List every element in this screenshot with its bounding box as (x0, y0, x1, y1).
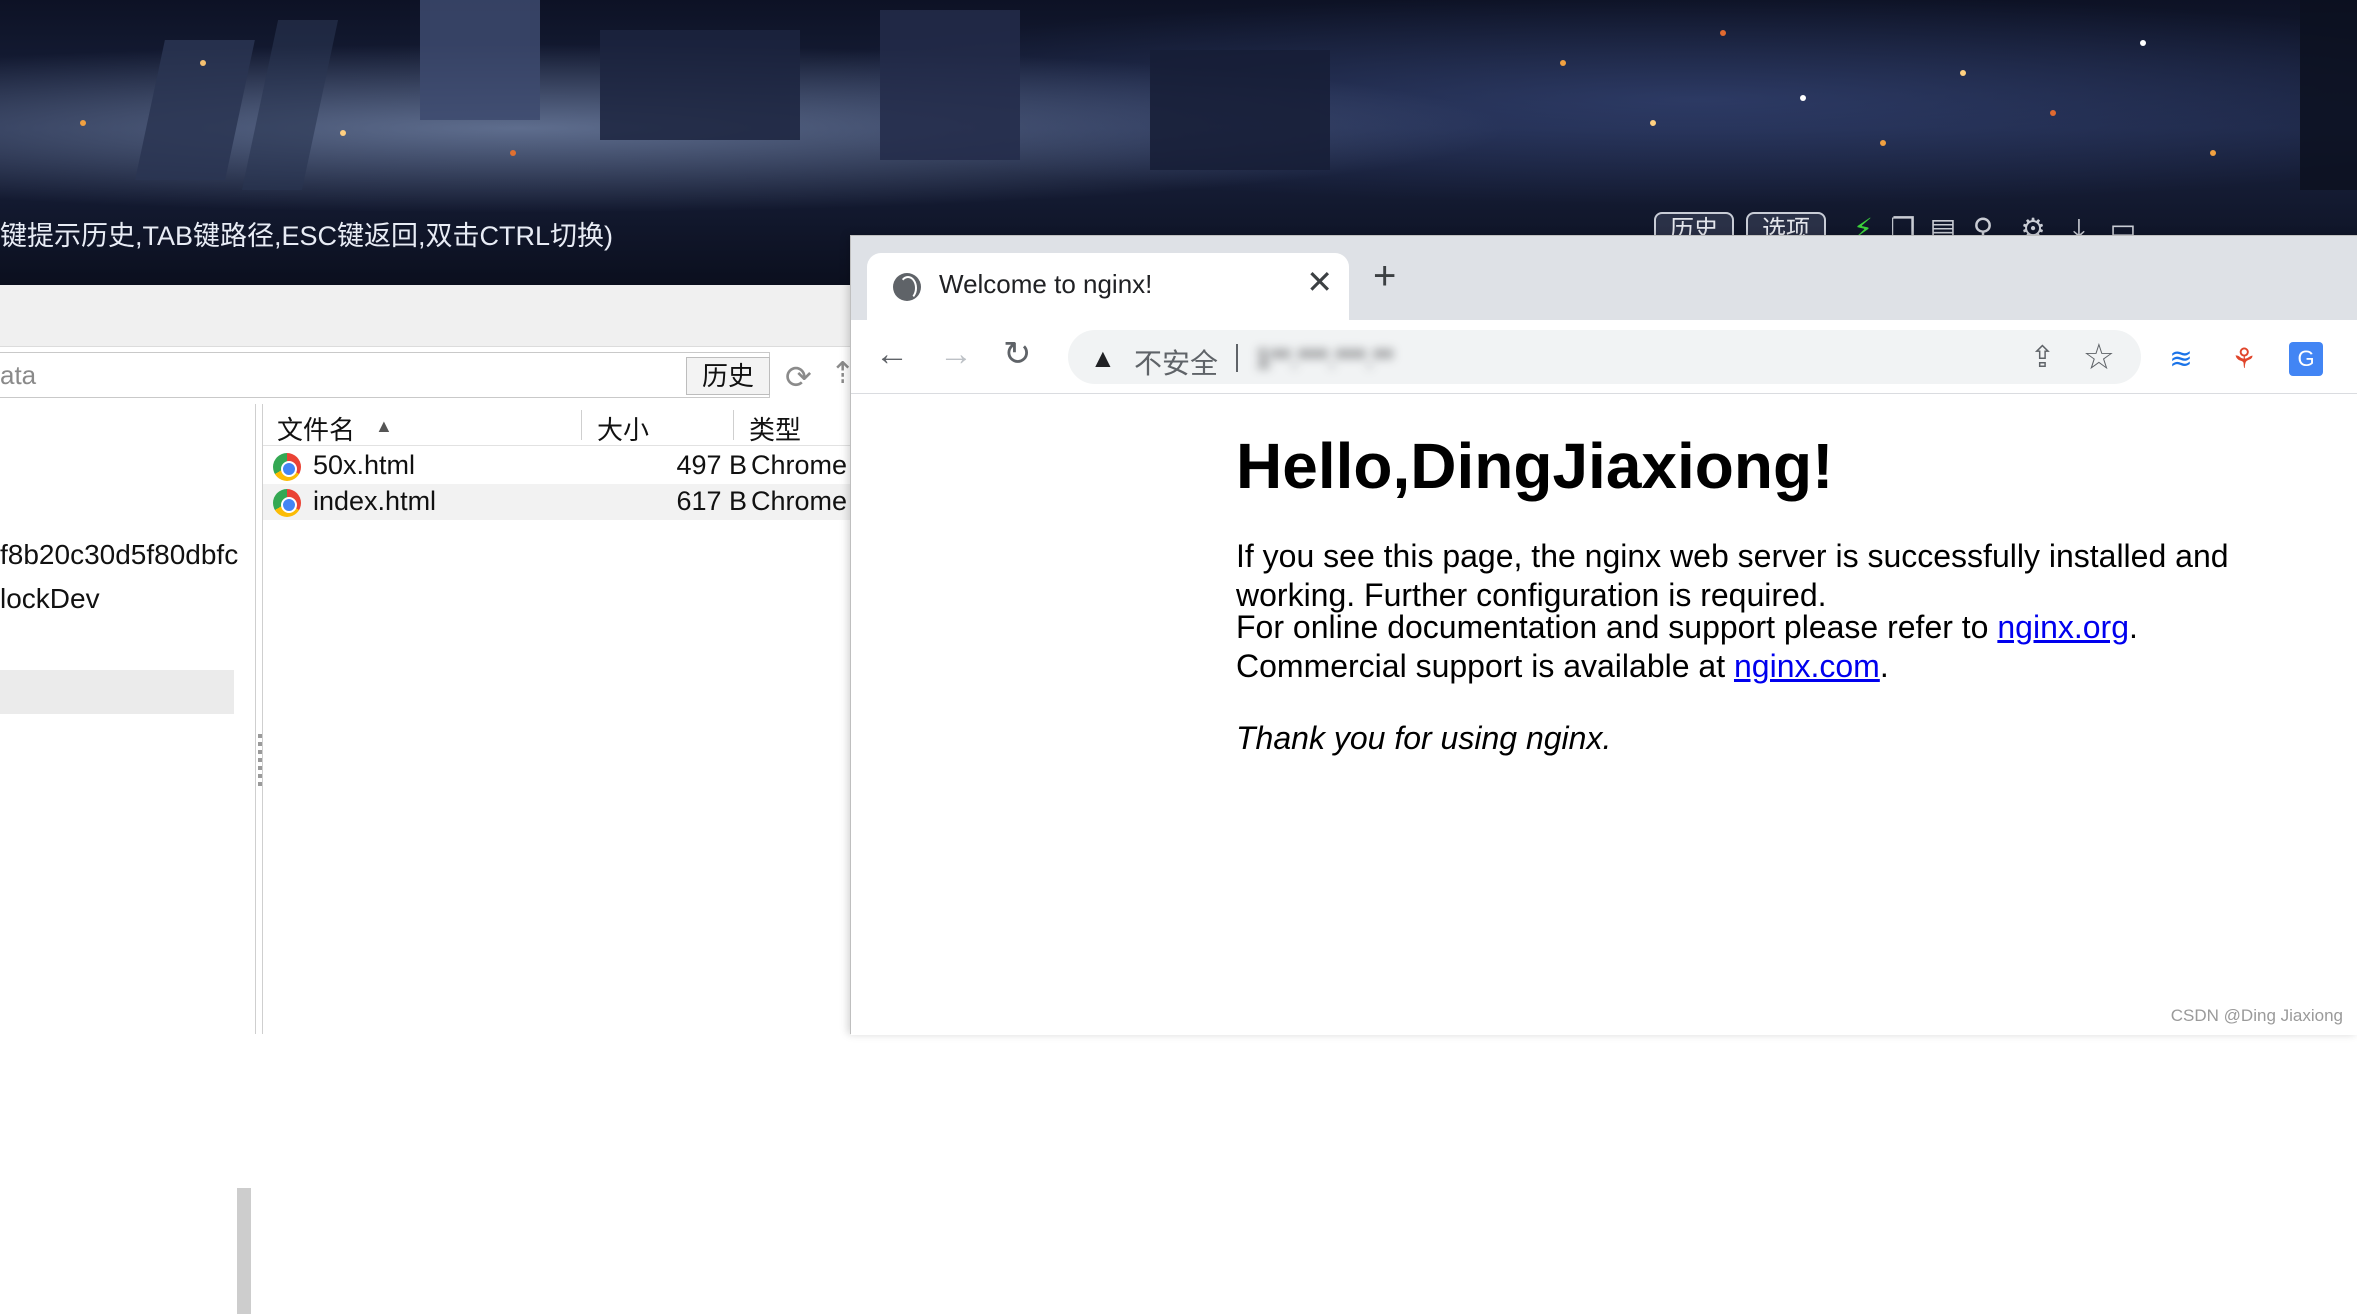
file-name: 50x.html (313, 450, 415, 481)
file-list: 文件名 ▲ 大小 类型 50x.html 497 B Chrome index.… (262, 404, 860, 1034)
file-row[interactable]: index.html 617 B Chrome (263, 484, 861, 520)
url-text[interactable]: 1**.***.***.** (1256, 343, 1446, 373)
file-type: Chrome (751, 486, 847, 517)
chrome-icon (273, 489, 301, 517)
file-size: 497 B (676, 450, 747, 481)
forward-arrow-icon[interactable]: → (939, 336, 973, 372)
tree-scrollbar[interactable] (237, 1188, 251, 1314)
tab-strip: Welcome to nginx! ✕ + (851, 236, 2357, 320)
thanks-text: Thank you for using nginx. (1236, 720, 1611, 756)
tab-title: Welcome to nginx! (939, 269, 1152, 300)
new-tab-button[interactable]: + (1373, 256, 1396, 296)
tree-item[interactable]: f8b20c30d5f80dbfc (0, 539, 238, 571)
warning-icon[interactable]: ▲ (1090, 343, 1116, 374)
security-label[interactable]: 不安全 (1134, 342, 1218, 382)
nginx-org-link[interactable]: nginx.org (1997, 609, 2129, 645)
intro-paragraph: If you see this page, the nginx web serv… (1236, 537, 2246, 615)
tab-welcome-to-nginx[interactable]: Welcome to nginx! ✕ (867, 253, 1349, 320)
share-icon[interactable]: ⇪ (2030, 340, 2055, 375)
page-content: Hello,DingJiaxiong! If you see this page… (851, 395, 2357, 1035)
support-paragraph: For online documentation and support ple… (1236, 608, 2246, 686)
file-size: 617 B (676, 486, 747, 517)
extension-tree-icon[interactable]: ⚘ (2227, 342, 2261, 376)
reload-icon[interactable]: ↻ (1003, 336, 1032, 372)
tree-item[interactable]: lockDev (0, 583, 100, 615)
chrome-icon (273, 453, 301, 481)
bookmark-star-icon[interactable]: ☆ (2083, 336, 2115, 378)
refresh-icon[interactable]: ⟳ (785, 358, 812, 396)
close-icon[interactable]: ✕ (1306, 263, 1333, 301)
period: . (1880, 648, 1889, 684)
column-type[interactable]: 类型 (749, 410, 801, 447)
back-arrow-icon[interactable]: ← (875, 336, 909, 372)
history-button[interactable]: 历史 (686, 357, 770, 395)
divider (1236, 344, 1238, 372)
watermark: CSDN @Ding Jiaxiong (2171, 1006, 2343, 1026)
file-manager-toolbar (0, 285, 860, 347)
browser-window: Welcome to nginx! ✕ + ← → ↻ ▲ 不安全 1**.**… (850, 235, 2357, 1034)
file-row[interactable]: 50x.html 497 B Chrome (263, 448, 861, 484)
browser-toolbar: ← → ↻ ▲ 不安全 1**.***.***.** ⇪ ☆ ≋ ⚘ G (851, 320, 2357, 394)
file-type: Chrome (751, 450, 847, 481)
globe-icon (893, 273, 921, 301)
address-bar[interactable]: ▲ 不安全 1**.***.***.** ⇪ ☆ (1068, 330, 2141, 384)
path-input[interactable]: ata (0, 352, 770, 398)
translate-icon[interactable]: G (2289, 342, 2323, 376)
commercial-text: Commercial support is available at (1236, 648, 1734, 684)
support-text: For online documentation and support ple… (1236, 609, 1997, 645)
period: . (2129, 609, 2138, 645)
file-list-header: 文件名 ▲ 大小 类型 (263, 404, 861, 446)
extension-stack-icon[interactable]: ≋ (2164, 342, 2198, 376)
tree-item-selected[interactable] (0, 670, 234, 714)
folder-tree: f8b20c30d5f80dbfc lockDev (0, 404, 256, 1034)
column-name[interactable]: 文件名 (277, 410, 355, 447)
sort-ascending-icon: ▲ (375, 416, 393, 437)
column-size[interactable]: 大小 (597, 410, 649, 447)
thanks-paragraph: Thank you for using nginx. (1236, 719, 2246, 758)
page-heading: Hello,DingJiaxiong! (1236, 429, 1833, 503)
search-hint-text: 键提示历史,TAB键路径,ESC键返回,双击CTRL切换) (0, 214, 613, 253)
nginx-com-link[interactable]: nginx.com (1734, 648, 1880, 684)
file-name: index.html (313, 486, 436, 517)
